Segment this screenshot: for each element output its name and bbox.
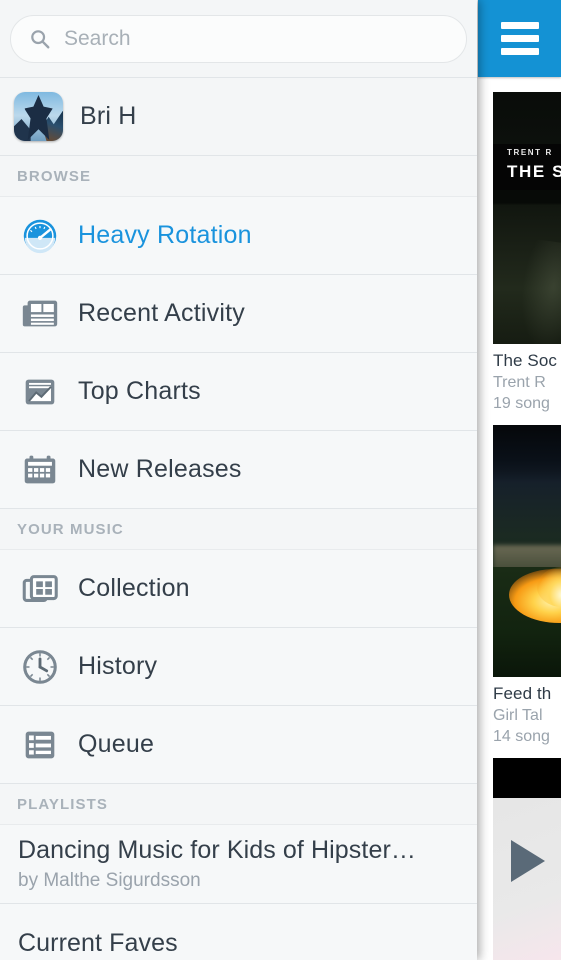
sidebar-item-label: Heavy Rotation (78, 221, 252, 249)
sidebar-item-label: Collection (78, 574, 190, 602)
album-artist: Trent R (493, 374, 546, 391)
hamburger-icon-bar (500, 35, 539, 42)
playlist-title: Dancing Music for Kids of Hipster… (18, 836, 416, 864)
sidebar-item-heavy-rotation[interactable]: Heavy Rotation (0, 197, 477, 274)
album-art-treeline (493, 425, 561, 483)
section-header-your-music: YOUR MUSIC (0, 509, 477, 549)
avatar[interactable] (14, 92, 63, 141)
calendar-icon (18, 448, 62, 492)
album-song-count: 19 song (493, 395, 550, 412)
sidebar-item-label: History (78, 652, 158, 680)
hamburger-menu-button[interactable] (478, 0, 561, 77)
sidebar-item-history[interactable]: History (0, 628, 477, 705)
search-input[interactable] (64, 26, 448, 51)
playlist-item[interactable]: Dancing Music for Kids of Hipster… by Ma… (0, 825, 477, 903)
album-art-band (493, 758, 561, 798)
album-art-the-social-network[interactable]: TRENT R THE S (493, 92, 561, 344)
play-icon[interactable] (511, 840, 545, 882)
album-card[interactable]: TRENT R THE S The Soc Trent R 19 song (493, 92, 561, 413)
sidebar-item-label: Recent Activity (78, 299, 245, 327)
section-header-browse: BROWSE (0, 156, 477, 196)
sidebar-item-collection[interactable]: Collection (0, 550, 477, 627)
album-card-list: TRENT R THE S The Soc Trent R 19 song Fe… (493, 92, 561, 960)
album-card[interactable]: Feed th Girl Tal 14 song (493, 425, 561, 746)
app-root: TRENT R THE S The Soc Trent R 19 song Fe… (0, 0, 561, 960)
newspaper-icon (18, 292, 62, 336)
album-art-line2: THE S (507, 162, 561, 181)
list-icon (18, 723, 62, 767)
album-title: The Soc (493, 351, 558, 370)
sidebar-item-recent-activity[interactable]: Recent Activity (0, 275, 477, 352)
playlist-title: Current Faves (18, 928, 178, 957)
profile-row[interactable]: Bri H (0, 78, 477, 155)
sidebar-item-label: New Releases (78, 455, 242, 483)
search-bar-container (0, 0, 477, 77)
hamburger-icon-bar (500, 48, 539, 55)
section-header-playlists: PLAYLISTS (0, 784, 477, 824)
album-song-count: 14 song (493, 728, 550, 745)
sidebar-item-label: Queue (78, 730, 155, 758)
chart-icon (18, 370, 62, 414)
clock-icon (18, 645, 62, 689)
sidebar-item-top-charts[interactable]: Top Charts (0, 353, 477, 430)
search-icon (31, 29, 50, 48)
playlist-item[interactable]: Current Faves (0, 904, 477, 960)
album-art-feed-the-animals[interactable] (493, 425, 561, 677)
sidebar-item-label: Top Charts (78, 377, 201, 405)
album-title: Feed th (493, 684, 552, 703)
stacked-grid-icon (18, 567, 62, 611)
profile-name: Bri H (80, 102, 137, 130)
hamburger-icon-bar (500, 22, 539, 29)
album-art-haze (513, 238, 561, 344)
album-artist: Girl Tal (493, 707, 543, 724)
search-box[interactable] (10, 14, 467, 63)
album-art-third[interactable] (493, 758, 561, 960)
playlist-author: by Malthe Sigurdsson (18, 870, 201, 891)
album-art-line1: TRENT R (507, 148, 553, 157)
sidebar-item-new-releases[interactable]: New Releases (0, 431, 477, 508)
speedometer-icon (18, 214, 62, 258)
sidebar-item-queue[interactable]: Queue (0, 706, 477, 783)
album-card[interactable] (493, 758, 561, 960)
navigation-drawer: Bri H BROWSE (0, 0, 477, 960)
